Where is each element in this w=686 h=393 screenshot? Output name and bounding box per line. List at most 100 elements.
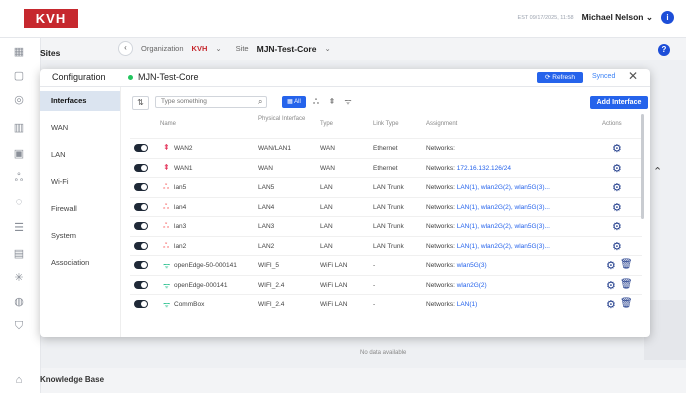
enable-toggle[interactable] (134, 163, 148, 172)
enable-toggle[interactable] (134, 241, 148, 250)
wan-filter-icon[interactable]: ⇞ (325, 96, 339, 108)
chevron-down-icon[interactable]: ⌄ (215, 44, 221, 53)
table-row[interactable]: ᯤ openEdge-000141 WIFI_2.4 WiFi LAN - Network… (130, 274, 642, 295)
table-row[interactable]: ஃ lan5 LAN5 LAN LAN Trunk Networks: LAN(1), w… (130, 177, 642, 197)
gear-icon[interactable]: ⚙ (606, 259, 616, 272)
refresh-button[interactable]: ⟳ Refresh (537, 72, 583, 83)
table-scrollbar[interactable] (641, 114, 644, 219)
device-icon[interactable]: ▣ (12, 148, 26, 160)
table-row[interactable]: ஃ lan4 LAN4 LAN LAN Trunk Networks: LAN(1), w… (130, 196, 642, 217)
enable-toggle[interactable] (134, 202, 148, 211)
trash-icon[interactable]: 🗑 (620, 279, 633, 290)
interface-type: WAN (320, 145, 335, 152)
nav-item-interfaces[interactable]: Interfaces (40, 91, 120, 111)
enable-toggle[interactable] (134, 183, 148, 191)
enable-toggle[interactable] (134, 261, 148, 269)
assignment-prefix: Networks: (426, 281, 455, 289)
table-row[interactable]: ᯤ CommBox WIFI_2.4 WiFi LAN - Networks: LAN(1… (130, 294, 642, 314)
gear-icon[interactable]: ⚙ (612, 240, 622, 253)
sites-label[interactable]: Sites (40, 48, 60, 58)
shield-icon[interactable]: ⛉ (12, 320, 26, 332)
config-nav: Interfaces WAN LAN Wi-Fi Firewall System Assoc… (40, 87, 121, 337)
user-menu[interactable]: Michael Nelson ⌄ (582, 12, 653, 23)
physical-interface: LAN5 (258, 184, 275, 191)
close-icon[interactable]: ✕ (628, 70, 638, 83)
chevron-down-icon[interactable]: ⌄ (324, 44, 330, 53)
assignment-prefix: Networks: (426, 262, 455, 269)
gear-icon[interactable]: ⚙ (606, 298, 616, 311)
nav-item-lan[interactable]: LAN (40, 145, 120, 165)
add-interface-button[interactable]: Add Interface (590, 96, 648, 109)
modal-header: Configuration MJN-Test-Core ⟳ Refresh Sy… (40, 69, 650, 87)
book-icon[interactable]: ▥ (12, 122, 26, 134)
assignment-networks[interactable]: LAN(1), wlan2G(2), wlan5G(3)... (457, 223, 550, 230)
enable-toggle[interactable] (134, 144, 148, 152)
nav-item-wan[interactable]: WAN (40, 118, 120, 138)
knowledge-base-icon[interactable]: ⌂ (12, 374, 26, 386)
nav-item-wi-fi[interactable]: Wi-Fi (40, 172, 120, 192)
table-row[interactable]: ஃ lan2 LAN2 LAN LAN Trunk Networks: LAN(1), w… (130, 235, 642, 256)
table-row[interactable]: ᯤ openEdge-50-000141 WIFI_5 WiFi LAN - Networ… (130, 255, 642, 275)
assignment-networks[interactable]: LAN(1), wlan2G(2), wlan5G(3)... (457, 204, 550, 211)
assignment-networks[interactable]: wlan2G(2) (457, 282, 487, 289)
filter-icon[interactable]: ⇅ (132, 96, 149, 110)
modal-site-name: MJN-Test-Core (138, 72, 199, 82)
network-icon[interactable]: ✳ (12, 272, 26, 284)
gear-icon[interactable]: ⚙ (612, 142, 622, 155)
collapse-icon[interactable]: ⌃ (653, 165, 662, 178)
globe-icon[interactable]: ◎ (12, 94, 26, 106)
wifi-filter-icon[interactable]: ᯤ (341, 96, 355, 108)
sites-grid-icon[interactable]: ▦ (12, 46, 26, 58)
gear-icon[interactable]: ⚙ (612, 201, 622, 214)
assignment-networks[interactable]: LAN(1), wlan2G(2), wlan5G(3)... (457, 243, 550, 250)
table-row[interactable]: ஃ lan3 LAN3 LAN LAN Trunk Networks: LAN(1), w… (130, 216, 642, 236)
table-row[interactable]: ⇞ WAN2 WAN/LAN1 WAN Ethernet Networks: ⚙ (130, 138, 642, 158)
assignment-networks[interactable]: 172.16.132.126/24 (457, 165, 511, 172)
column-header-physical-interface: Physical Interface (258, 116, 306, 122)
physical-interface: WIFI_2.4 (258, 301, 285, 308)
list-icon[interactable]: ☰ (12, 222, 26, 234)
nav-item-association[interactable]: Association (40, 253, 120, 273)
interface-type: LAN (320, 184, 333, 191)
back-icon[interactable]: ‹ (118, 41, 133, 56)
users-icon[interactable]: ஃ (12, 172, 26, 184)
assignment-networks[interactable]: LAN(1), wlan2G(2), wlan5G(3)... (457, 184, 550, 191)
assignment-networks[interactable]: wlan5G(3) (457, 262, 487, 269)
nav-item-firewall[interactable]: Firewall (40, 199, 120, 219)
interface-name: lan2 (174, 242, 187, 250)
enable-toggle[interactable] (134, 222, 148, 230)
site-select[interactable]: MJN-Test-Core (257, 44, 317, 54)
enable-toggle[interactable] (134, 280, 148, 289)
enable-toggle[interactable] (134, 300, 148, 308)
nav-item-system[interactable]: System (40, 226, 120, 246)
column-header-assignment: Assignment (426, 121, 458, 127)
bell-icon[interactable]: ◌ (12, 196, 26, 208)
gear-icon[interactable]: ⚙ (612, 162, 622, 175)
kvh-logo[interactable]: KVH (24, 9, 78, 28)
filter-all-chip[interactable]: ▦ All (282, 96, 306, 108)
dashboard-icon[interactable]: ▢ (12, 70, 26, 82)
gear-icon[interactable]: ⚙ (612, 181, 622, 194)
info-icon[interactable]: i (661, 11, 674, 24)
online-status-dot (128, 75, 133, 80)
trash-icon[interactable]: 🗑 (620, 259, 633, 270)
gear-icon[interactable]: ⚙ (606, 279, 616, 292)
assignment-networks[interactable]: LAN(1) (457, 301, 478, 308)
search-input[interactable] (155, 96, 267, 108)
table-row[interactable]: ⇞ WAN1 WAN WAN Ethernet Networks: 172.16.132.… (130, 157, 642, 178)
assignment: Networks: LAN(1), wlan2G(2), wlan5G(3)..… (426, 223, 550, 230)
assignment: Networks: LAN(1), wlan2G(2), wlan5G(3)..… (426, 243, 550, 250)
interface-type: LAN (320, 242, 333, 250)
refresh-label: Refresh (552, 74, 576, 81)
gear-icon[interactable]: ⚙ (612, 220, 622, 233)
settings-icon[interactable]: ◍ (12, 296, 26, 308)
knowledge-base-link[interactable]: Knowledge Base (40, 375, 104, 384)
lan-filter-icon[interactable]: ஃ (309, 96, 323, 108)
assignment: Networks: LAN(1) (426, 301, 477, 308)
help-icon[interactable]: ? (658, 44, 670, 56)
report-icon[interactable]: ▤ (12, 248, 26, 260)
trash-icon[interactable]: 🗑 (620, 298, 633, 309)
org-select[interactable]: KVH (192, 44, 208, 53)
configuration-modal: Configuration MJN-Test-Core ⟳ Refresh Sy… (40, 69, 650, 337)
assignment: Networks: 172.16.132.126/24 (426, 165, 511, 172)
